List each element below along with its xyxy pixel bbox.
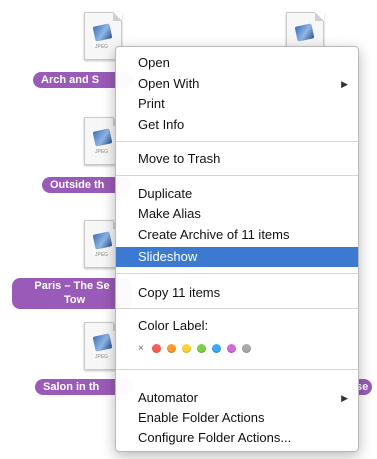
file-label-paris[interactable]: Paris – The Se Tow [12,278,132,309]
menu-item-duplicate[interactable]: Duplicate [116,184,358,204]
menu-separator [116,369,358,370]
menu-item-configure-folder-actions[interactable]: Configure Folder Actions... [116,428,358,448]
file-label-paris-line2: Tow [64,294,86,306]
menu-item-move-to-trash[interactable]: Move to Trash [116,149,358,169]
menu-item-open-with[interactable]: Open With ▶ [116,74,358,94]
color-label-red[interactable] [151,343,161,353]
image-thumbnail-icon [92,23,113,42]
menu-item-open[interactable]: Open [116,53,358,73]
doc-type-tag: JPEG [95,252,109,258]
file-label-paris-line1: Paris – The Se [34,280,110,292]
menu-item-automator-label: Automator [138,390,198,405]
image-thumbnail-icon [92,333,113,352]
color-label-gray[interactable] [241,343,251,353]
menu-item-enable-folder-actions[interactable]: Enable Folder Actions [116,408,358,428]
image-thumbnail-icon [294,23,315,42]
menu-item-slideshow[interactable]: Slideshow [116,247,358,267]
image-thumbnail-icon [92,231,113,250]
menu-separator [116,308,358,309]
doc-type-tag: JPEG [95,149,109,155]
image-thumbnail-icon [92,128,113,147]
color-label-blue[interactable] [211,343,221,353]
color-label-green[interactable] [196,343,206,353]
menu-item-create-archive[interactable]: Create Archive of 11 items [116,225,358,245]
submenu-arrow-icon: ▶ [341,393,348,403]
doc-type-tag: JPEG [95,354,109,360]
menu-item-automator[interactable]: Automator ▶ [116,388,358,408]
submenu-arrow-icon: ▶ [341,79,348,89]
no-label-icon[interactable]: × [138,343,144,353]
menu-item-get-info[interactable]: Get Info [116,115,358,135]
menu-item-print[interactable]: Print [116,94,358,114]
doc-type-tag: JPEG [95,44,109,50]
menu-item-open-with-label: Open With [138,76,200,91]
menu-item-copy[interactable]: Copy 11 items [116,283,358,303]
menu-item-color-label: Color Label: [138,318,209,333]
color-label-orange[interactable] [166,343,176,353]
menu-separator [116,141,358,142]
color-label-yellow[interactable] [181,343,191,353]
context-menu: Open Open With ▶ Print Get Info Move to … [115,46,359,452]
menu-separator [116,175,358,176]
menu-item-make-alias[interactable]: Make Alias [116,204,358,224]
color-label-purple[interactable] [226,343,236,353]
color-label-swatches: × [138,342,251,354]
menu-separator [116,273,358,274]
